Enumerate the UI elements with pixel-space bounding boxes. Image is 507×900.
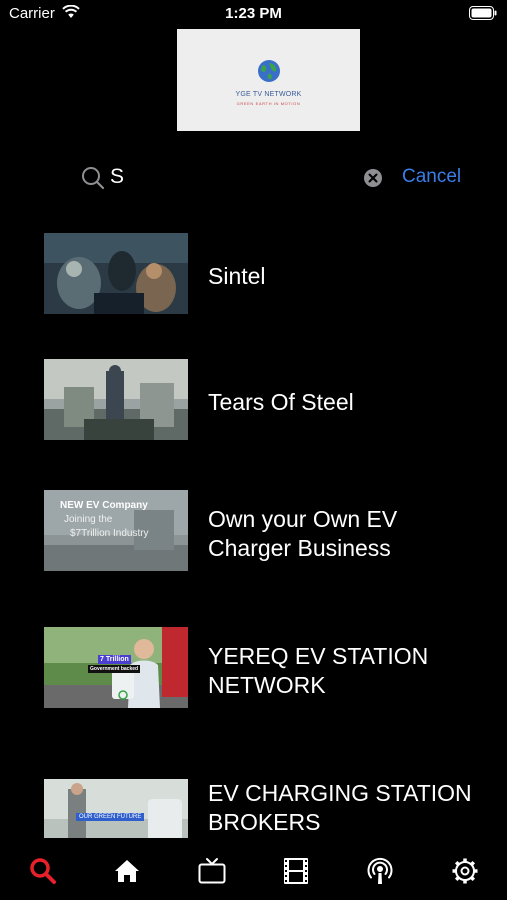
thumbnail-badge: 7 Trillion: [98, 655, 131, 664]
podcast-icon: [367, 857, 393, 884]
thumbnail-image: [44, 359, 188, 440]
search-bar: Cancel: [0, 155, 507, 199]
search-icon: [82, 167, 105, 190]
result-item-yereq-ev-station[interactable]: 7 Trillion Government backed YEREQ EV ST…: [0, 627, 507, 709]
result-item-tears-of-steel[interactable]: Tears Of Steel: [0, 359, 507, 441]
result-title: Sintel: [208, 263, 266, 289]
status-time: 1:23 PM: [225, 5, 282, 22]
result-item-ev-charger-business[interactable]: NEW EV Company Joining the $7Trillion In…: [0, 490, 507, 572]
settings-icon: [452, 858, 478, 884]
result-title: Own your Own EV Charger Business: [208, 506, 398, 561]
tab-movies[interactable]: [281, 856, 311, 886]
tv-icon: [198, 858, 226, 884]
thumbnail-image: 7 Trillion Government backed: [44, 627, 188, 708]
thumbnail-line: Joining the: [64, 514, 113, 525]
battery-icon: [469, 6, 497, 20]
logo-tagline: GREEN EARTH IN MOTION: [236, 101, 301, 106]
film-icon: [284, 858, 308, 884]
globe-icon: [258, 60, 280, 82]
search-results-list: Sintel Tears Of Steel NEW EV Company Joi…: [0, 232, 507, 838]
result-title: YEREQ EV STATION NETWORK: [208, 643, 429, 698]
thumbnail-image: [44, 233, 188, 314]
result-title: Tears Of Steel: [208, 389, 354, 415]
cancel-button[interactable]: Cancel: [402, 166, 461, 188]
tab-tv[interactable]: [197, 856, 227, 886]
thumbnail-subtext: Government backed: [88, 665, 141, 673]
tab-search[interactable]: [28, 856, 58, 886]
thumbnail-heading: NEW EV Company: [60, 500, 148, 511]
thumbnail-line: $7Trillion Industry: [70, 528, 149, 539]
result-item-sintel[interactable]: Sintel: [0, 233, 507, 315]
thumbnail-image: OUR GREEN FUTURE: [44, 779, 188, 838]
thumbnail-badge: OUR GREEN FUTURE: [76, 813, 145, 821]
thumbnail-image: NEW EV Company Joining the $7Trillion In…: [44, 490, 188, 571]
network-logo: YGE TV NETWORK GREEN EARTH IN MOTION: [177, 29, 360, 131]
tab-podcasts[interactable]: [365, 856, 395, 886]
result-item-ev-charging-brokers[interactable]: OUR GREEN FUTURE EV CHARGING STATION BRO…: [0, 779, 507, 838]
tab-settings[interactable]: [450, 856, 480, 886]
search-icon: [30, 858, 56, 884]
home-icon: [115, 860, 139, 882]
status-bar: Carrier 1:23 PM: [0, 0, 507, 28]
logo-title: YGE TV NETWORK: [235, 91, 302, 98]
tab-bar: [0, 842, 507, 900]
tab-home[interactable]: [112, 856, 142, 886]
search-input[interactable]: [110, 163, 350, 191]
result-title: EV CHARGING STATION BROKERS: [208, 780, 472, 835]
clear-search-icon[interactable]: [364, 169, 382, 187]
